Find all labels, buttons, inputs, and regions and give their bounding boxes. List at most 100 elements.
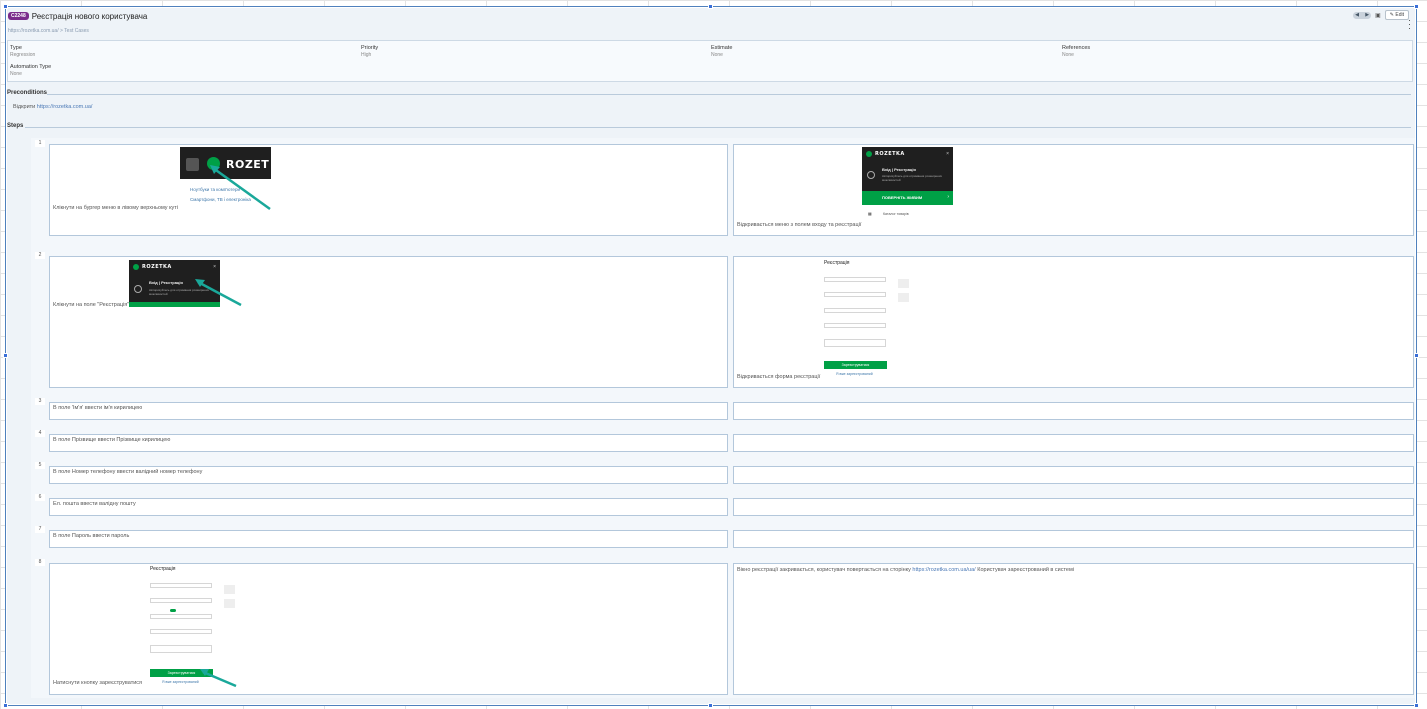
resize-handle[interactable]	[708, 703, 713, 708]
step-number: 1	[35, 140, 45, 147]
step-action-text: Клікнути на бургер меню в лівому верхньо…	[53, 205, 179, 211]
case-id-badge: C2248	[8, 12, 29, 20]
close-icon: ×	[946, 151, 949, 157]
thumb-input	[150, 645, 212, 653]
resize-handle[interactable]	[1414, 4, 1419, 9]
step-expected-cell[interactable]	[733, 402, 1414, 420]
testcase-page: C2248 Реєстрація нового користувача ◀ ▶ ▣…	[7, 8, 1415, 704]
automation-value: None	[10, 71, 22, 77]
more-options-icon[interactable]: · · ·	[1408, 16, 1411, 33]
user-icon	[867, 171, 875, 179]
burger-menu-icon	[186, 158, 199, 171]
field-references: References None	[1062, 45, 1090, 58]
thumb-banner-text: ПОВЕРНІТЬ ЖИВИМ	[882, 195, 923, 200]
grid-icon: ▦	[868, 211, 872, 216]
resize-handle[interactable]	[3, 4, 8, 9]
preconditions-heading: Preconditions	[7, 90, 48, 96]
step-number: 4	[35, 430, 45, 437]
print-icon[interactable]: ▣	[1375, 12, 1381, 19]
type-value: Regression	[10, 52, 36, 58]
divider	[25, 127, 1411, 128]
screenshot-thumbnail-form: Реєстрація Зареєструватися Я вже зареєст…	[822, 259, 912, 377]
next-icon[interactable]: ▶	[1365, 12, 1369, 18]
step-expected-text: Відкривається форма реєстрації	[737, 374, 821, 380]
thumb-input	[824, 308, 886, 313]
edit-label: Edit	[1395, 12, 1404, 18]
step-expected-cell[interactable]: Реєстрація Зареєструватися Я вже зареєст…	[733, 256, 1414, 388]
step-expected-cell[interactable]	[733, 530, 1414, 548]
resize-handle[interactable]	[1414, 703, 1419, 708]
step-action-text: Натиснути кнопку зареєструватися	[53, 680, 143, 686]
arrow-icon	[210, 165, 271, 211]
toggle-icon	[170, 609, 176, 612]
field-estimate: Estimate None	[711, 45, 732, 58]
thumb-box	[224, 585, 235, 594]
step-expected-cell[interactable]	[733, 434, 1414, 452]
thumb-input	[824, 339, 886, 347]
thumb-logo-text: ROZETKA	[875, 151, 905, 157]
estimate-label: Estimate	[711, 45, 733, 51]
thumb-input	[824, 292, 886, 297]
embedded-testcase-image[interactable]: C2248 Реєстрація нового користувача ◀ ▶ ▣…	[3, 4, 1419, 708]
step-action-cell[interactable]: Реєстрація Зареєструватися Я вже зареєст…	[49, 563, 728, 695]
step-action-cell[interactable]: В поле Пароль ввести пароль	[49, 530, 728, 548]
step-expected-cell[interactable]: ROZETKA × Вхід | Реєстрація Авторизуйтес…	[733, 144, 1414, 236]
step-number: 2	[35, 252, 45, 259]
expected-link[interactable]: https://rozetka.com.ua/ua/	[912, 567, 975, 573]
pencil-icon: ✎	[1389, 12, 1394, 18]
thumb-input	[824, 277, 886, 282]
testcase-fields: Type Regression Priority High Estimate N…	[7, 40, 1413, 82]
logo-icon	[133, 264, 139, 270]
step-action-text: В поле Номер телефону ввести валідний но…	[53, 469, 203, 475]
prev-icon[interactable]: ◀	[1355, 12, 1359, 18]
automation-label: Automation Type	[10, 64, 52, 70]
references-value: None	[1062, 52, 1074, 58]
step-expected-cell[interactable]	[733, 498, 1414, 516]
resize-handle[interactable]	[3, 353, 8, 358]
thumb-register: Реєстрація	[161, 280, 183, 285]
thumb-box	[224, 599, 235, 608]
divider	[47, 94, 1411, 95]
step-action-text: В поле 'Ім'я' ввести ім'я кирилицею	[53, 405, 143, 411]
step-action-text: Ел. пошта ввести валідну пошту	[53, 501, 136, 507]
step-action-cell[interactable]: В поле Прізвище ввести Прізвище кирилице…	[49, 434, 728, 452]
user-icon	[134, 285, 142, 293]
step-expected-text: Вікно реєстрації закривається, користува…	[737, 567, 1074, 573]
thumb-submit: Зареєструватися	[824, 361, 887, 369]
thumb-menu-header: ROZETKA × Вхід | Реєстрація Авторизуйтес…	[862, 147, 953, 191]
thumb-input	[824, 323, 886, 328]
resize-handle[interactable]	[3, 703, 8, 708]
expected-text-start: Вікно реєстрації закривається, користува…	[737, 567, 911, 573]
thumb-login-link: Я вже зареєстрований	[836, 372, 873, 376]
logo-icon	[866, 151, 872, 157]
close-icon: ×	[213, 264, 216, 270]
thumb-input	[150, 583, 212, 588]
step-expected-cell[interactable]	[733, 466, 1414, 484]
step-number: 8	[35, 559, 45, 566]
step-action-text: В поле Пароль ввести пароль	[53, 533, 130, 539]
step-action-text: Клікнути на поле "Реєстрація"	[53, 302, 130, 308]
preconditions-label: Відкрити	[13, 104, 36, 110]
preconditions-link[interactable]: https://rozetka.com.ua/	[37, 104, 93, 110]
step-expected-cell[interactable]: Вікно реєстрації закривається, користува…	[733, 563, 1414, 695]
step-action-cell[interactable]: В поле 'Ім'я' ввести ім'я кирилицею	[49, 402, 728, 420]
nav-arrows[interactable]: ◀ ▶	[1353, 11, 1372, 19]
field-automation: Automation Type None	[10, 64, 51, 77]
preconditions-text: Відкрити https://rozetka.com.ua/	[13, 104, 92, 110]
step-expected-text: Відкривається меню з полем входу та реєс…	[737, 222, 862, 228]
thumb-box	[898, 293, 909, 302]
field-type: Type Regression	[10, 45, 35, 58]
thumb-register: Реєстрація	[894, 167, 916, 172]
thumb-input	[150, 598, 212, 603]
resize-handle[interactable]	[1414, 353, 1419, 358]
step-action-cell[interactable]: ROZETKA × Вхід | Реєстрація Авторизуйтес…	[49, 256, 728, 388]
step-action-cell[interactable]: В поле Номер телефону ввести валідний но…	[49, 466, 728, 484]
step-action-cell[interactable]: Ел. пошта ввести валідну пошту	[49, 498, 728, 516]
thumb-form-title: Реєстрація	[150, 566, 176, 572]
resize-handle[interactable]	[708, 4, 713, 9]
screenshot-thumbnail-form: Реєстрація Зареєструватися Я вже зареєст…	[148, 565, 238, 685]
breadcrumb[interactable]: https://rozetka.com.ua/ > Test Cases	[8, 28, 89, 34]
arrow-icon	[195, 279, 242, 307]
step-action-cell[interactable]: ROZET Ноутбуки та комп'ютери Смартфони, …	[49, 144, 728, 236]
edit-button[interactable]: ✎ Edit	[1384, 10, 1409, 20]
